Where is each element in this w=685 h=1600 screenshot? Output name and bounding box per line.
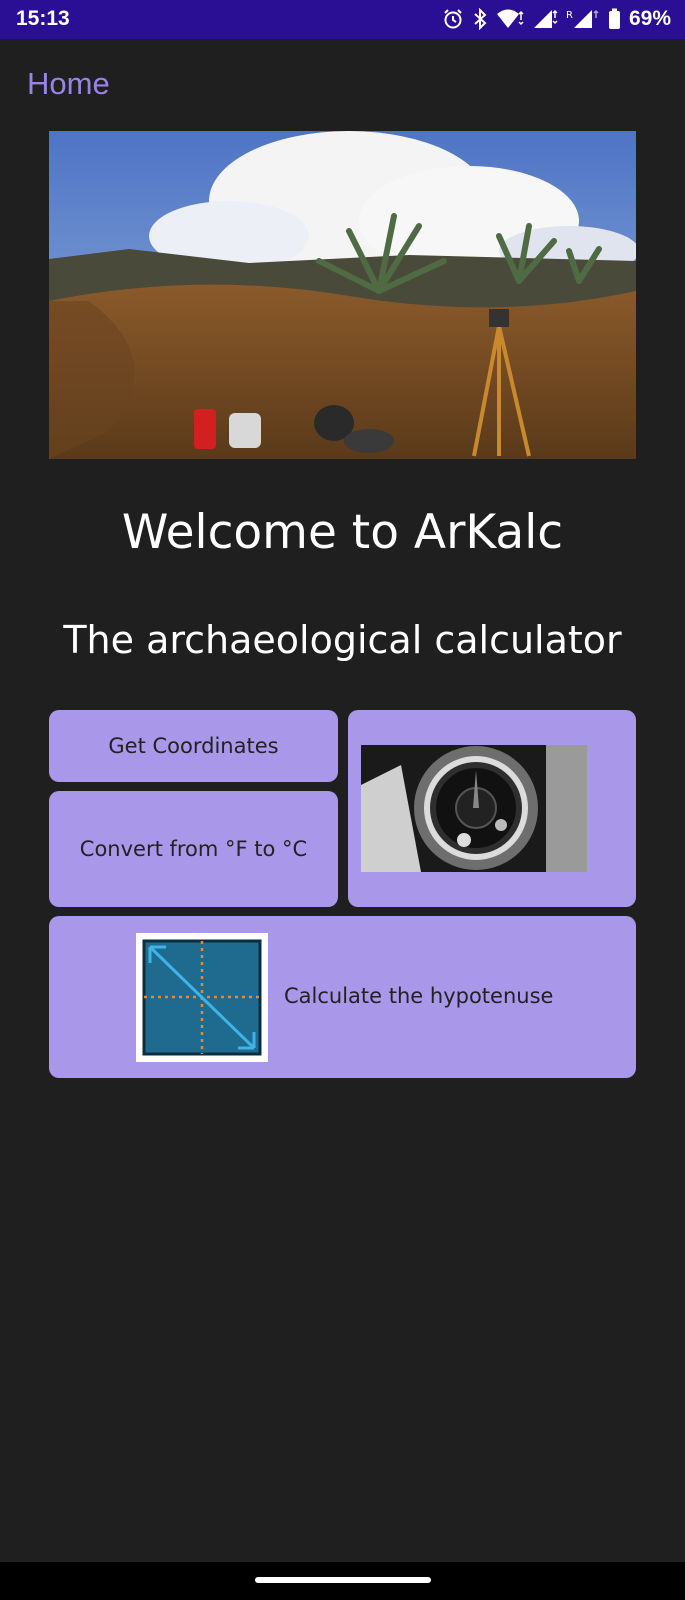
- status-bar: 15:13 R 69%: [0, 0, 685, 39]
- welcome-title: Welcome to ArKalc: [121, 505, 564, 560]
- status-icons: R 69%: [442, 6, 671, 32]
- svg-text:R: R: [566, 10, 573, 21]
- roaming-signal-icon: R: [566, 8, 600, 30]
- get-coordinates-button[interactable]: Get Coordinates: [49, 710, 338, 782]
- wifi-icon: [496, 8, 524, 30]
- hypotenuse-button[interactable]: Calculate the hypotenuse: [49, 916, 636, 1078]
- convert-temperature-button[interactable]: Convert from °F to °C: [49, 791, 338, 907]
- home-gesture-handle[interactable]: [255, 1577, 431, 1583]
- hero-image: [49, 131, 636, 459]
- battery-icon: [608, 8, 621, 30]
- page-title: Home: [27, 66, 110, 101]
- triangle-diagonal-icon: [136, 933, 268, 1062]
- signal-icon: [532, 8, 558, 30]
- compass-button[interactable]: [348, 710, 636, 907]
- welcome-subtitle: The archaeological calculator: [63, 618, 622, 662]
- bluetooth-icon: [472, 8, 488, 30]
- status-time: 15:13: [16, 7, 70, 30]
- hypotenuse-label: Calculate the hypotenuse: [284, 984, 554, 1008]
- alarm-icon: [442, 8, 464, 30]
- battery-percent: 69%: [628, 7, 671, 30]
- convert-temperature-label: Convert from °F to °C: [79, 837, 308, 861]
- compass-icon: [361, 745, 587, 872]
- get-coordinates-label: Get Coordinates: [108, 734, 279, 758]
